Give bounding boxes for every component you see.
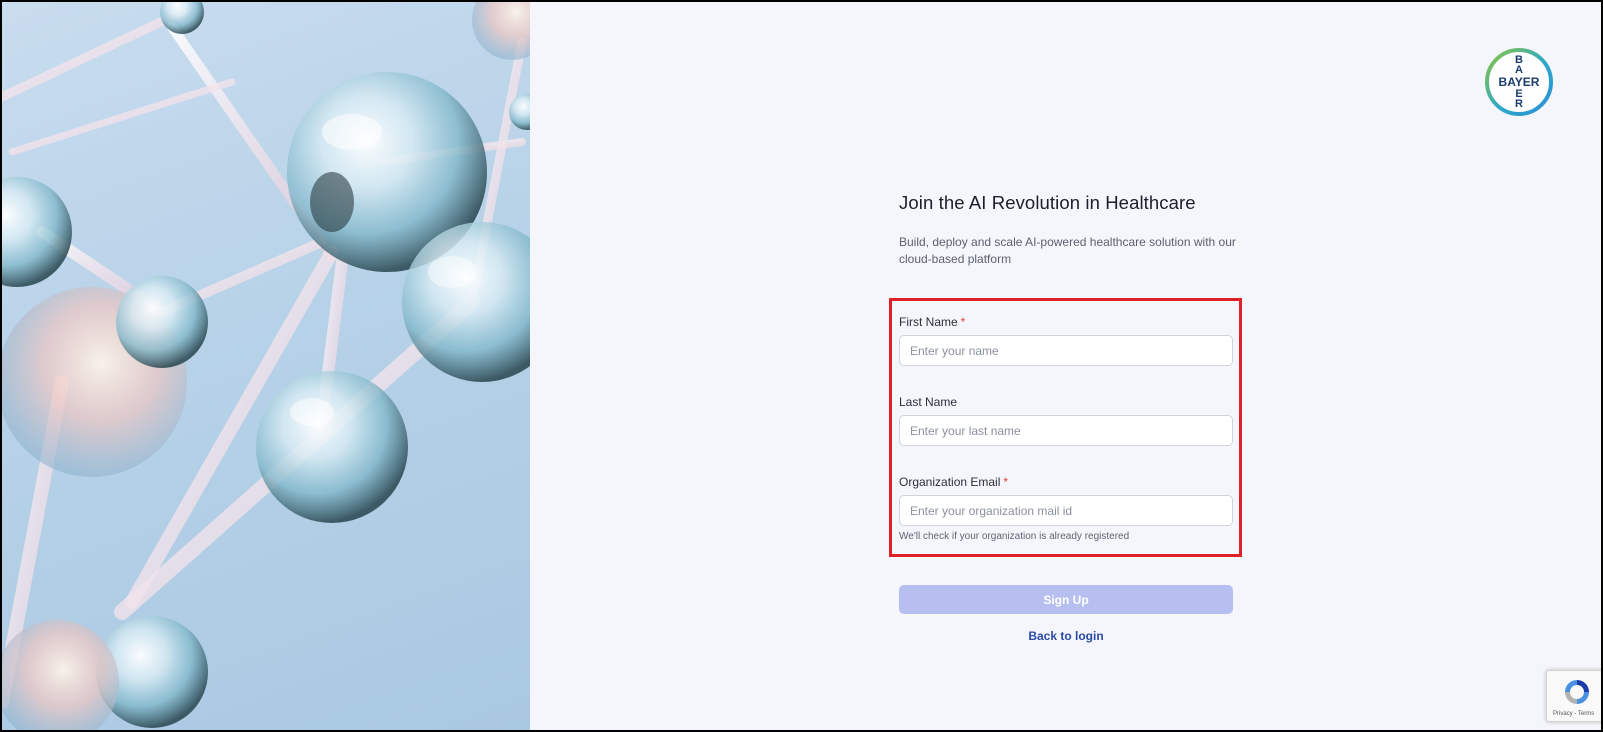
recaptcha-badge[interactable]: Privacy - Terms: [1546, 670, 1601, 722]
org-email-label-text: Organization Email: [899, 475, 1001, 489]
bayer-cross-logo-icon: B A BAYER E R: [1485, 48, 1553, 116]
last-name-label: Last Name: [899, 395, 957, 409]
svg-text:R: R: [1515, 98, 1523, 110]
svg-text:BAYER: BAYER: [1499, 75, 1540, 89]
required-marker: *: [1003, 475, 1009, 489]
recaptcha-icon: [1565, 680, 1589, 704]
back-to-login-link[interactable]: Back to login: [899, 629, 1233, 643]
required-marker: *: [960, 315, 966, 329]
org-email-input[interactable]: [899, 495, 1233, 526]
recaptcha-terms[interactable]: Privacy - Terms: [1553, 711, 1594, 717]
molecule-illustration: [2, 2, 530, 730]
signup-header: Join the AI Revolution in Healthcare Bui…: [899, 192, 1236, 268]
first-name-label: First Name *: [899, 315, 965, 329]
org-email-label: Organization Email *: [899, 475, 1008, 489]
first-name-label-text: First Name: [899, 315, 958, 329]
page-subtitle: Build, deploy and scale AI-powered healt…: [899, 235, 1236, 266]
bayer-logo: B A BAYER E R: [1484, 47, 1554, 117]
org-email-hint: We'll check if your organization is alre…: [899, 531, 1130, 542]
last-name-label-text: Last Name: [899, 395, 958, 409]
first-name-input[interactable]: [899, 335, 1233, 366]
page-frame: B A BAYER E R Join the AI Revolution in …: [2, 2, 1601, 730]
hero-image: [2, 2, 530, 730]
sign-up-button[interactable]: Sign Up: [899, 585, 1233, 614]
last-name-input[interactable]: [899, 415, 1233, 446]
page-title: Join the AI Revolution in Healthcare: [899, 192, 1196, 213]
